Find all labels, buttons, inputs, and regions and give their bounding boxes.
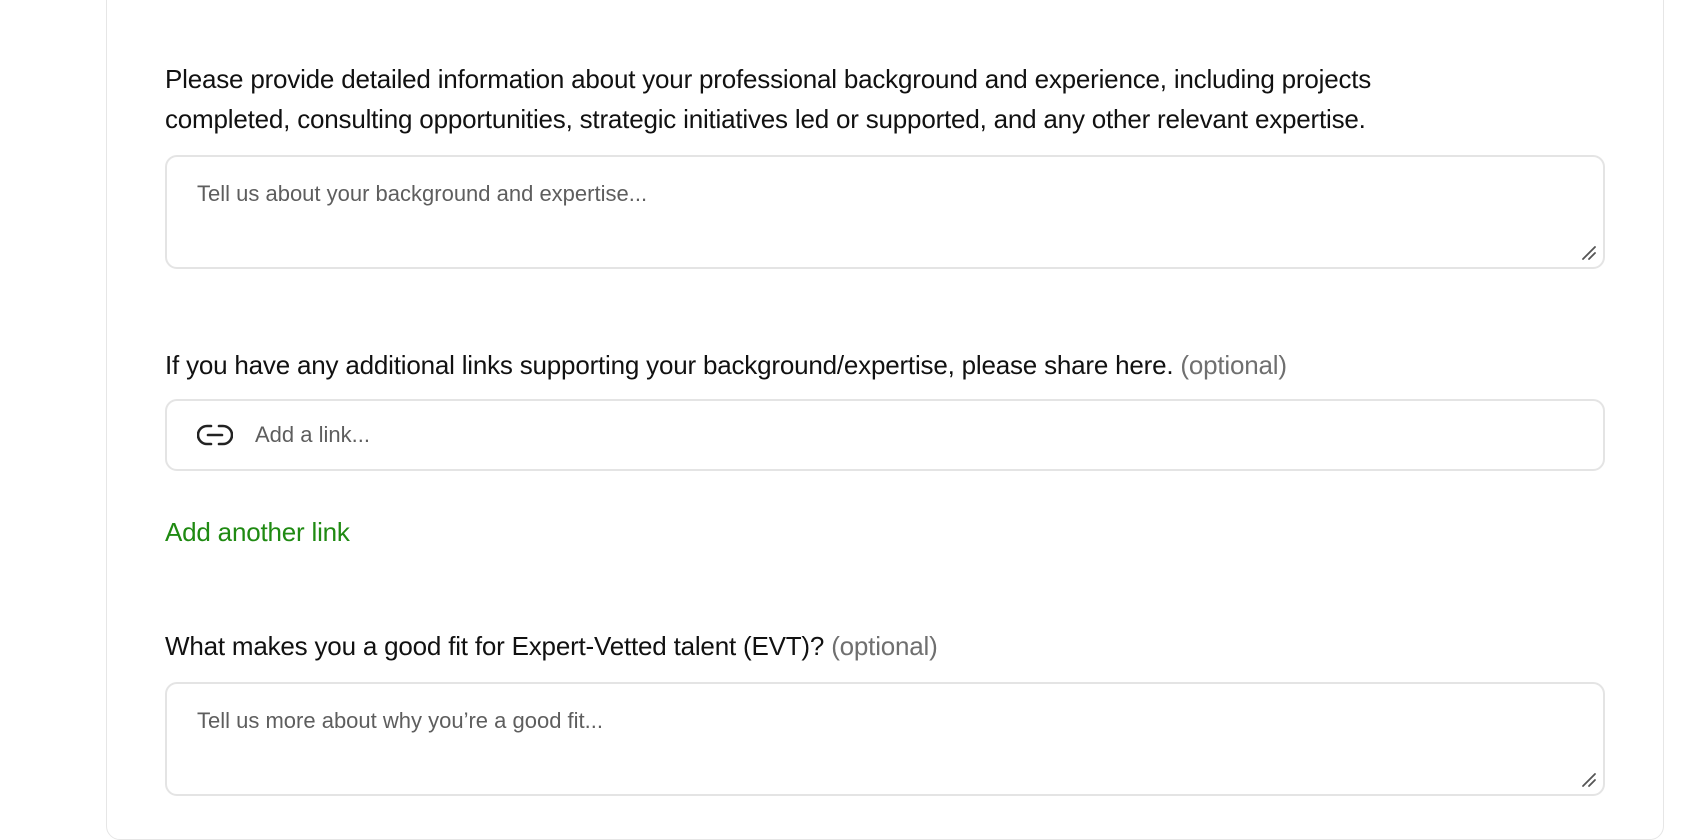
background-question-label: Please provide detailed information abou… bbox=[165, 59, 1371, 139]
resize-handle-icon[interactable] bbox=[1579, 243, 1597, 261]
background-question-line-2: completed, consulting opportunities, str… bbox=[165, 104, 1366, 134]
background-question-line-1: Please provide detailed information abou… bbox=[165, 64, 1372, 94]
optional-label: (optional) bbox=[1180, 350, 1287, 380]
background-textarea[interactable] bbox=[167, 157, 1603, 267]
link-icon bbox=[197, 424, 233, 446]
links-question-label: If you have any additional links support… bbox=[165, 345, 1287, 385]
links-question-text: If you have any additional links support… bbox=[165, 350, 1174, 380]
link-input-container bbox=[165, 399, 1605, 471]
link-input[interactable] bbox=[255, 401, 1585, 469]
optional-label: (optional) bbox=[831, 631, 938, 661]
fit-question-label: What makes you a good fit for Expert-Vet… bbox=[165, 626, 938, 666]
fit-textarea-container bbox=[165, 682, 1605, 796]
add-another-link-button[interactable]: Add another link bbox=[165, 512, 350, 552]
background-textarea-container bbox=[165, 155, 1605, 269]
fit-textarea[interactable] bbox=[167, 684, 1603, 794]
resize-handle-icon[interactable] bbox=[1579, 770, 1597, 788]
fit-question-text: What makes you a good fit for Expert-Vet… bbox=[165, 631, 825, 661]
